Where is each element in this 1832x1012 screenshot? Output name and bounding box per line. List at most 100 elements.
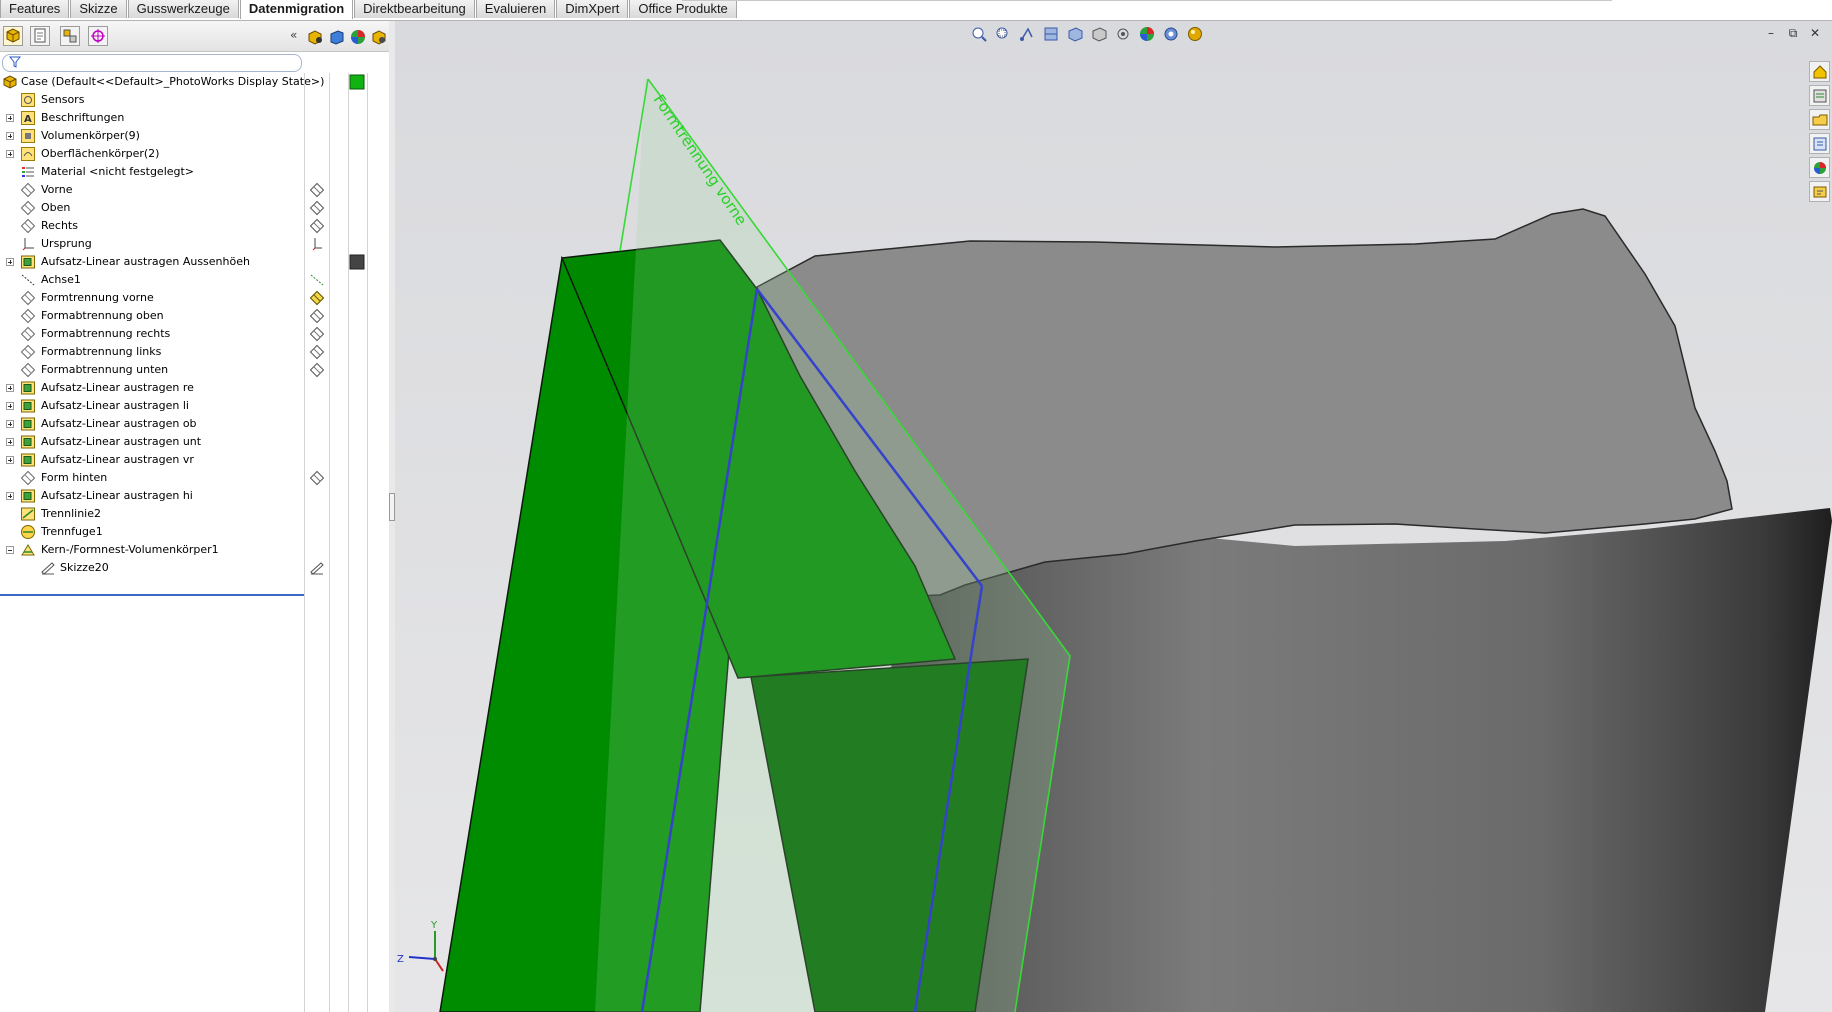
hide-show-plane-icon[interactable] bbox=[309, 182, 325, 198]
tree-item[interactable]: Achse1 bbox=[0, 271, 304, 289]
tree-item[interactable]: Formabtrennung unten bbox=[0, 361, 304, 379]
tree-item[interactable]: A Beschriftungen bbox=[0, 109, 304, 127]
tab-skizze[interactable]: Skizze bbox=[70, 0, 127, 18]
tab-direktbearbeitung[interactable]: Direktbearbeitung bbox=[354, 0, 475, 18]
tree-item[interactable]: Formabtrennung oben bbox=[0, 307, 304, 325]
appearance-icon[interactable] bbox=[349, 28, 367, 46]
expand-toggle[interactable] bbox=[6, 132, 14, 140]
appearance-swatch-icon[interactable] bbox=[349, 74, 365, 90]
restore-button[interactable]: ⧉ bbox=[1782, 26, 1804, 41]
tree-item[interactable]: Formabtrennung rechts bbox=[0, 325, 304, 343]
previous-view-button[interactable] bbox=[1018, 25, 1040, 43]
hide-show-plane-icon[interactable] bbox=[309, 344, 325, 360]
custom-properties-tab[interactable] bbox=[1809, 181, 1830, 202]
view-settings-button[interactable] bbox=[1186, 25, 1208, 43]
expand-toggle[interactable] bbox=[6, 150, 14, 158]
hide-show-plane-icon[interactable] bbox=[309, 290, 325, 306]
body-icon[interactable] bbox=[328, 28, 346, 46]
propertymanager-tab[interactable] bbox=[30, 26, 50, 46]
tree-item[interactable]: Aufsatz-Linear austragen ob bbox=[0, 415, 304, 433]
plane-icon bbox=[20, 362, 36, 378]
graphics-area[interactable]: Formtrennung vorne Y Z – ⧉ ✕ bbox=[395, 21, 1832, 1012]
hide-show-icon[interactable] bbox=[306, 28, 324, 46]
edit-appearance-button[interactable] bbox=[1138, 25, 1160, 43]
tree-item[interactable]: Formtrennung vorne bbox=[0, 289, 304, 307]
display-state-icon[interactable] bbox=[370, 28, 388, 46]
expand-toggle[interactable] bbox=[6, 114, 14, 122]
tab-dimxpert[interactable]: DimXpert bbox=[556, 0, 629, 18]
tree-item[interactable]: Aufsatz-Linear austragen hi bbox=[0, 487, 304, 505]
appearances-tab[interactable] bbox=[1809, 157, 1830, 178]
hide-show-plane-icon[interactable] bbox=[309, 362, 325, 378]
feature-filter-input[interactable] bbox=[2, 54, 302, 72]
apply-scene-button[interactable] bbox=[1162, 25, 1184, 43]
sketch-icon bbox=[41, 562, 55, 575]
tab-gusswerkzeuge[interactable]: Gusswerkzeuge bbox=[127, 0, 239, 18]
hide-show-sketch-icon[interactable] bbox=[309, 560, 325, 576]
hide-show-plane-icon[interactable] bbox=[309, 326, 325, 342]
tree-item[interactable]: Aufsatz-Linear austragen re bbox=[0, 379, 304, 397]
close-button[interactable]: ✕ bbox=[1804, 26, 1826, 41]
tree-root-item[interactable]: Case (Default<<Default>_PhotoWorks Displ… bbox=[0, 73, 324, 91]
collapse-toggle[interactable] bbox=[6, 546, 14, 554]
tree-item[interactable]: Rechts bbox=[0, 217, 304, 235]
tree-item[interactable]: Aufsatz-Linear austragen Aussenhöeh bbox=[0, 253, 304, 271]
collapse-panel-button[interactable]: « bbox=[290, 28, 297, 42]
hide-show-plane-icon[interactable] bbox=[309, 200, 325, 216]
tab-office-produkte[interactable]: Office Produkte bbox=[629, 0, 737, 18]
tree-item[interactable]: Trennfuge1 bbox=[0, 523, 304, 541]
tree-item[interactable]: Aufsatz-Linear austragen vr bbox=[0, 451, 304, 469]
tree-item[interactable]: Material <nicht festgelegt> bbox=[0, 163, 304, 181]
tree-item[interactable]: Ursprung bbox=[0, 235, 304, 253]
tab-evaluieren[interactable]: Evaluieren bbox=[475, 0, 556, 18]
zoom-to-area-button[interactable] bbox=[994, 25, 1016, 43]
minimize-button[interactable]: – bbox=[1760, 26, 1782, 41]
tree-item[interactable]: Oberflächenkörper(2) bbox=[0, 145, 304, 163]
tree-item[interactable]: Aufsatz-Linear austragen li bbox=[0, 397, 304, 415]
display-style-button[interactable] bbox=[1090, 25, 1112, 43]
expand-toggle[interactable] bbox=[6, 438, 14, 446]
sw-resources-tab[interactable] bbox=[1809, 61, 1830, 82]
tree-item[interactable]: Formabtrennung links bbox=[0, 343, 304, 361]
expand-toggle[interactable] bbox=[6, 258, 14, 266]
hide-show-origin-icon[interactable] bbox=[309, 236, 325, 252]
hide-show-plane-icon[interactable] bbox=[309, 308, 325, 324]
document-window-controls: – ⧉ ✕ bbox=[1760, 26, 1826, 41]
view-orientation-button[interactable] bbox=[1066, 25, 1088, 43]
expand-toggle[interactable] bbox=[6, 456, 14, 464]
hide-show-items-button[interactable] bbox=[1114, 25, 1136, 43]
configurationmanager-tab[interactable] bbox=[60, 26, 80, 46]
design-library-tab[interactable] bbox=[1809, 85, 1830, 106]
expand-toggle[interactable] bbox=[6, 384, 14, 392]
view-palette-tab[interactable] bbox=[1809, 133, 1830, 154]
tree-item[interactable]: Sensors bbox=[0, 91, 304, 109]
tree-item[interactable]: Trennlinie2 bbox=[0, 505, 304, 523]
model-view[interactable]: Formtrennung vorne Y Z bbox=[395, 21, 1832, 1012]
tree-item[interactable]: Oben bbox=[0, 199, 304, 217]
zoom-to-fit-button[interactable] bbox=[970, 25, 992, 43]
column-divider bbox=[348, 73, 349, 1012]
dimxpert-manager-tab[interactable] bbox=[88, 26, 108, 46]
hide-show-plane-icon[interactable] bbox=[309, 218, 325, 234]
expand-toggle[interactable] bbox=[6, 492, 14, 500]
tree-item[interactable]: Volumenkörper(9) bbox=[0, 127, 304, 145]
tree-item[interactable]: Vorne bbox=[0, 181, 304, 199]
tree-item[interactable]: Form hinten bbox=[0, 469, 304, 487]
expand-toggle[interactable] bbox=[6, 420, 14, 428]
extrude-icon bbox=[21, 417, 35, 431]
hide-show-plane-icon[interactable] bbox=[309, 470, 325, 486]
file-explorer-tab[interactable] bbox=[1809, 109, 1830, 130]
tree-item[interactable]: Kern-/Formnest-Volumenkörper1 bbox=[0, 541, 304, 559]
rollback-bar[interactable] bbox=[0, 594, 304, 596]
tab-datenmigration[interactable]: Datenmigration bbox=[239, 0, 354, 19]
section-view-button[interactable] bbox=[1042, 25, 1064, 43]
tab-features[interactable]: Features bbox=[0, 0, 70, 18]
hide-show-axis-icon[interactable] bbox=[309, 272, 325, 288]
featuremanager-tab[interactable] bbox=[3, 26, 23, 46]
tree-item[interactable]: Skizze20 bbox=[0, 559, 304, 577]
tree-item[interactable]: Aufsatz-Linear austragen unt bbox=[0, 433, 304, 451]
tree-item-label: Aufsatz-Linear austragen vr bbox=[41, 453, 194, 466]
body-color-swatch-icon[interactable] bbox=[349, 254, 365, 270]
solid-bodies-icon bbox=[21, 129, 35, 143]
expand-toggle[interactable] bbox=[6, 402, 14, 410]
